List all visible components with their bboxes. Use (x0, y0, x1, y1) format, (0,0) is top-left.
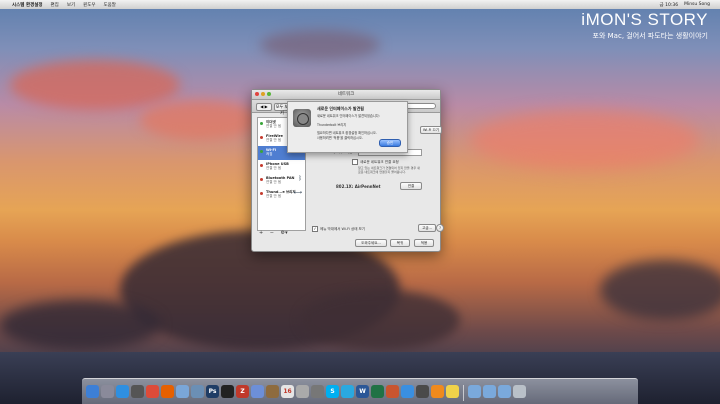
status-dot (260, 178, 263, 181)
ask-join-label: 새로운 네트워크 연결 요청 (360, 160, 399, 164)
window-bottom-buttons: 도와주세요... 복귀 적용 (252, 239, 440, 247)
cloud (300, 290, 460, 350)
new-interface-sheet: 새로운 인터페이스가 발견됨 새로운 네트워크 인터페이스가 발견되었습니다: … (287, 101, 408, 153)
cloud (600, 260, 720, 320)
help-button[interactable]: ? (436, 224, 444, 232)
cloud (140, 100, 260, 140)
service-icon: ⟷ (293, 189, 302, 196)
ask-join-description: 알고 있는 네트워크가 연결되어 있지 않을 경우 새로운 네트워크에 연결할지… (358, 166, 420, 174)
minimize-button[interactable] (261, 92, 265, 96)
traffic-lights (255, 92, 271, 96)
preview-icon[interactable] (191, 385, 204, 398)
ask-join-checkbox[interactable] (352, 159, 358, 165)
applications-folder-icon[interactable] (468, 385, 481, 398)
add-service-button[interactable]: + (257, 230, 263, 236)
status-dot (260, 150, 263, 153)
dock-divider (463, 385, 464, 401)
firefox-icon[interactable] (161, 385, 174, 398)
status-dot (260, 164, 263, 167)
window-title: 네트워크 (337, 92, 355, 97)
app-store-icon[interactable] (401, 385, 414, 398)
cloud (0, 300, 160, 350)
filezilla-icon[interactable]: Z (236, 385, 249, 398)
twitter-icon[interactable] (341, 385, 354, 398)
menu-edit[interactable]: 편집 (51, 2, 59, 8)
photoshop-icon[interactable]: Ps (206, 385, 219, 398)
service-tools: + − ⚙▾ (257, 230, 304, 236)
service-icon: ᛒ (298, 175, 302, 182)
turn-wifi-off-button[interactable]: Wi-Fi 끄기 (420, 126, 442, 134)
brand-subtitle: 포와 Mac, 걸어서 파도타는 생활이야기 (592, 32, 708, 40)
cloud (470, 110, 700, 170)
show-wifi-status-checkbox[interactable]: ✓ (312, 226, 318, 232)
back-forward-button[interactable]: ◀ ▶ (256, 103, 272, 111)
finder-icon[interactable] (86, 385, 99, 398)
terminal-icon[interactable] (221, 385, 234, 398)
menu-extras: 금 10:36 Minsu Song (660, 2, 710, 8)
window-titlebar[interactable]: 네트워크 (252, 90, 440, 100)
trash-icon[interactable] (513, 385, 526, 398)
itunes-icon[interactable] (251, 385, 264, 398)
close-button[interactable] (255, 92, 259, 96)
chrome-icon[interactable] (146, 385, 159, 398)
status-dot (260, 192, 263, 195)
status-dot (260, 136, 263, 139)
sheet-ok-button[interactable]: 승인 (379, 139, 401, 147)
launchpad-icon[interactable] (101, 385, 114, 398)
menu-window[interactable]: 윈도우 (83, 2, 95, 8)
service-item[interactable]: Thund...e 브리지 연결 안 됨 ⟷ (258, 188, 305, 202)
ask-join-row: 새로운 네트워크 연결 요청 (352, 159, 399, 165)
service-item[interactable]: iPhone USB 연결 안 됨 (258, 160, 305, 174)
network-preferences-window: 네트워크 ◀ ▶ 모두 보기 Q 이더넷연결 안 됨FireWire연결 안 됨… (251, 89, 444, 252)
menu-help[interactable]: 도움말 (104, 2, 116, 8)
cloud (260, 30, 380, 60)
apply-button[interactable]: 적용 (414, 239, 434, 247)
action-menu-button[interactable]: ⚙▾ (279, 230, 288, 236)
documents-folder-icon[interactable] (483, 385, 496, 398)
word-icon[interactable]: W (356, 385, 369, 398)
stickies-icon[interactable] (446, 385, 459, 398)
safari-icon[interactable] (116, 385, 129, 398)
downloads-folder-icon[interactable] (498, 385, 511, 398)
remove-service-button[interactable]: − (268, 230, 274, 236)
skype-icon[interactable]: S (326, 385, 339, 398)
user-name[interactable]: Minsu Song (684, 2, 710, 8)
revert-button[interactable]: 복귀 (390, 239, 410, 247)
menu-view[interactable]: 보기 (67, 2, 75, 8)
textedit-icon[interactable] (296, 385, 309, 398)
mission-control-icon[interactable] (131, 385, 144, 398)
show-wifi-status-row: ✓ 메뉴 막대에서 Wi-Fi 상태 보기 (312, 226, 365, 232)
calendar-icon[interactable]: 16 (281, 385, 294, 398)
sheet-line-2: Thunderbolt 브리지 (317, 123, 347, 127)
cloud (10, 60, 180, 110)
service-status: 연결 안 됨 (266, 166, 282, 170)
show-wifi-status-label: 메뉴 막대에서 Wi-Fi 상태 보기 (320, 227, 366, 231)
excel-icon[interactable] (371, 385, 384, 398)
address-book-icon[interactable] (266, 385, 279, 398)
advanced-button[interactable]: 고급... (418, 224, 436, 232)
dot1x-status: 802.1X: AirPennNet (336, 184, 381, 189)
sheet-title: 새로운 인터페이스가 발견됨 (317, 106, 364, 111)
service-item[interactable]: Bluetooth PAN 연결 안 됨ᛒ (258, 174, 305, 188)
vlc-icon[interactable] (431, 385, 444, 398)
sheet-line-4: 사용하려면 '적용'을 클릭하십시오. (317, 136, 363, 140)
menu-bar: 시스템 환경설정 편집 보기 윈도우 도움말 금 10:36 Minsu Son… (0, 0, 720, 9)
zoom-button[interactable] (267, 92, 271, 96)
sheet-line-1: 새로운 네트워크 인터페이스가 발견되었습니다: (317, 114, 380, 118)
assist-me-button[interactable]: 도와주세요... (355, 239, 387, 247)
connect-button[interactable]: 연결 (400, 182, 422, 190)
menu-app-name[interactable]: 시스템 환경설정 (12, 2, 43, 8)
watermark-brand: iMON'S STORY 포와 Mac, 걸어서 파도타는 생활이야기 (581, 10, 708, 41)
dock: Ps Z 16 S W (82, 378, 638, 404)
network-interface-icon (293, 109, 311, 127)
powerpoint-icon[interactable] (386, 385, 399, 398)
brand-title: iMON'S STORY (581, 10, 708, 29)
activity-icon[interactable] (416, 385, 429, 398)
mail-icon[interactable] (176, 385, 189, 398)
system-preferences-icon[interactable] (311, 385, 324, 398)
clock[interactable]: 금 10:36 (660, 2, 679, 8)
status-dot (260, 122, 263, 125)
